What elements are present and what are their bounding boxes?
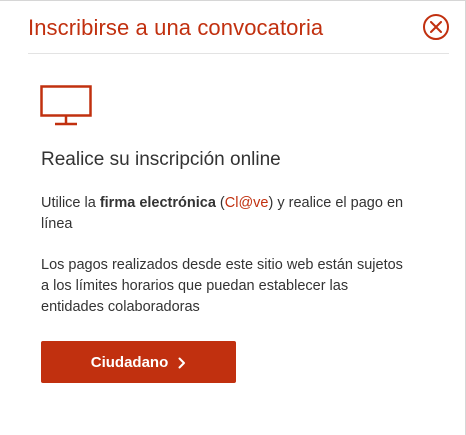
para1-before: Utilice la [41, 195, 100, 211]
firma-electronica-text: firma electrónica [99, 195, 216, 211]
close-icon [430, 21, 442, 33]
clave-link[interactable]: Cl@ve [225, 195, 269, 211]
close-button[interactable] [423, 14, 449, 40]
payment-notice-paragraph: Los pagos realizados desde este sitio we… [41, 257, 403, 315]
dialog-header: Inscribirse a una convocatoria [28, 1, 449, 54]
ciudadano-button[interactable]: Ciudadano [41, 341, 236, 383]
chevron-right-icon [178, 357, 186, 368]
monitor-icon [40, 85, 92, 126]
dialog-title: Inscribirse a una convocatoria [28, 15, 324, 40]
section-subtitle: Realice su inscripción online [41, 149, 281, 170]
para1-middle: ( [215, 195, 225, 211]
enrollment-dialog: Inscribirse a una convocatoria Realice s… [0, 0, 466, 435]
ciudadano-button-label: Ciudadano [90, 353, 169, 371]
signature-paragraph: Utilice la firma electrónica (Cl@ve) y r… [41, 193, 411, 235]
